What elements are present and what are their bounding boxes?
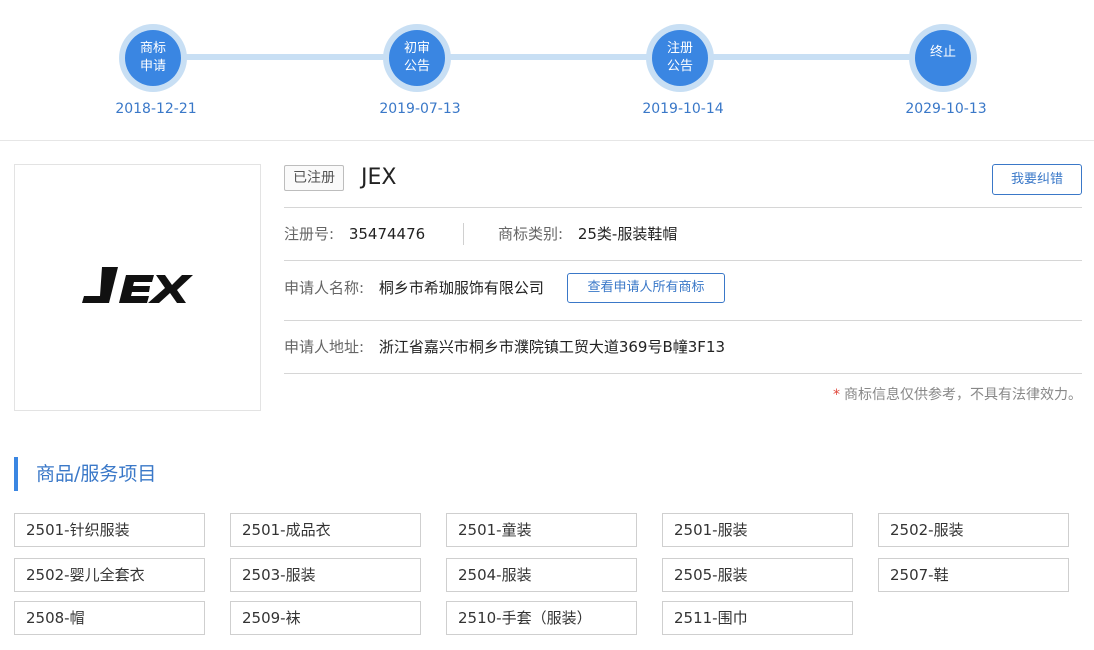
disclaimer-text: 商标信息仅供参考，不具有法律效力。 (844, 387, 1082, 403)
timeline-date-registration: 2019-10-14 (642, 101, 724, 117)
goods-item: 2502-婴儿全套衣 (14, 558, 205, 592)
trademark-name: JEX (361, 165, 397, 190)
timeline-date-preliminary: 2019-07-13 (379, 101, 461, 117)
timeline-node-circle: 商标 申请 (125, 30, 181, 86)
address-value: 浙江省嘉兴市桐乡市濮院镇工贸大道369号B幢3F13 (378, 338, 726, 356)
trademark-logo-image (81, 266, 193, 303)
timeline-node-circle: 初审 公告 (389, 30, 445, 86)
goods-item: 2509-袜 (230, 601, 421, 635)
timeline-track (153, 54, 943, 60)
applicant-label: 申请人名称: (284, 279, 365, 297)
goods-item: 2508-帽 (14, 601, 205, 635)
goods-item: 2501-服装 (662, 513, 853, 547)
timeline-node-expiry: 终止 (909, 24, 977, 92)
goods-item: 2503-服装 (230, 558, 421, 592)
timeline-node-registration: 注册 公告 (646, 24, 714, 92)
timeline-node-label: 注册 公告 (666, 41, 693, 74)
goods-item: 2501-童装 (446, 513, 637, 547)
registration-number-value: 35474476 (348, 225, 426, 243)
view-applicant-trademarks-button[interactable]: 查看申请人所有商标 (567, 273, 725, 303)
trademark-class-label: 商标类别: (498, 225, 564, 243)
divider (284, 320, 1082, 321)
trademark-class-value: 25类-服装鞋帽 (577, 225, 678, 243)
goods-item: 2501-成品衣 (230, 513, 421, 547)
trademark-class-row: 商标类别: 25类-服装鞋帽 (498, 223, 677, 245)
trademark-logo (14, 164, 261, 411)
timeline-node-circle: 注册 公告 (652, 30, 708, 86)
asterisk: * (833, 387, 840, 403)
divider (284, 260, 1082, 261)
timeline-node-label: 商标 申请 (139, 41, 166, 74)
divider (284, 207, 1082, 208)
registration-number-row: 注册号: 35474476 (284, 223, 425, 245)
address-row: 申请人地址: 浙江省嘉兴市桐乡市濮院镇工贸大道369号B幢3F13 (284, 336, 725, 358)
divider (284, 373, 1082, 374)
timeline-node-label: 终止 (929, 45, 956, 60)
disclaimer: * 商标信息仅供参考，不具有法律效力。 (833, 384, 1082, 404)
timeline-node-label: 初审 公告 (403, 41, 430, 74)
status-badge: 已注册 (284, 165, 344, 191)
timeline-node-application: 商标 申请 (119, 24, 187, 92)
goods-item: 2502-服装 (878, 513, 1069, 547)
registration-number-label: 注册号: (284, 225, 335, 243)
goods-item: 2505-服装 (662, 558, 853, 592)
timeline-node-preliminary: 初审 公告 (383, 24, 451, 92)
goods-item: 2504-服装 (446, 558, 637, 592)
address-label: 申请人地址: (284, 338, 365, 356)
goods-section-title: 商品/服务项目 (14, 457, 156, 491)
goods-item: 2501-针织服装 (14, 513, 205, 547)
applicant-row: 申请人名称: 桐乡市希珈服饰有限公司 (284, 277, 544, 299)
status-timeline: 商标 申请 2018-12-21 初审 公告 2019-07-13 注册 公告 201… (0, 0, 1094, 141)
goods-item: 2510-手套（服装） (446, 601, 637, 635)
applicant-value: 桐乡市希珈服饰有限公司 (378, 279, 544, 297)
timeline-date-application: 2018-12-21 (115, 101, 197, 117)
report-error-button[interactable]: 我要纠错 (992, 164, 1082, 195)
goods-item: 2511-围巾 (662, 601, 853, 635)
goods-item: 2507-鞋 (878, 558, 1069, 592)
divider (463, 223, 464, 245)
timeline-node-circle: 终止 (915, 30, 971, 86)
timeline-date-expiry: 2029-10-13 (905, 101, 987, 117)
